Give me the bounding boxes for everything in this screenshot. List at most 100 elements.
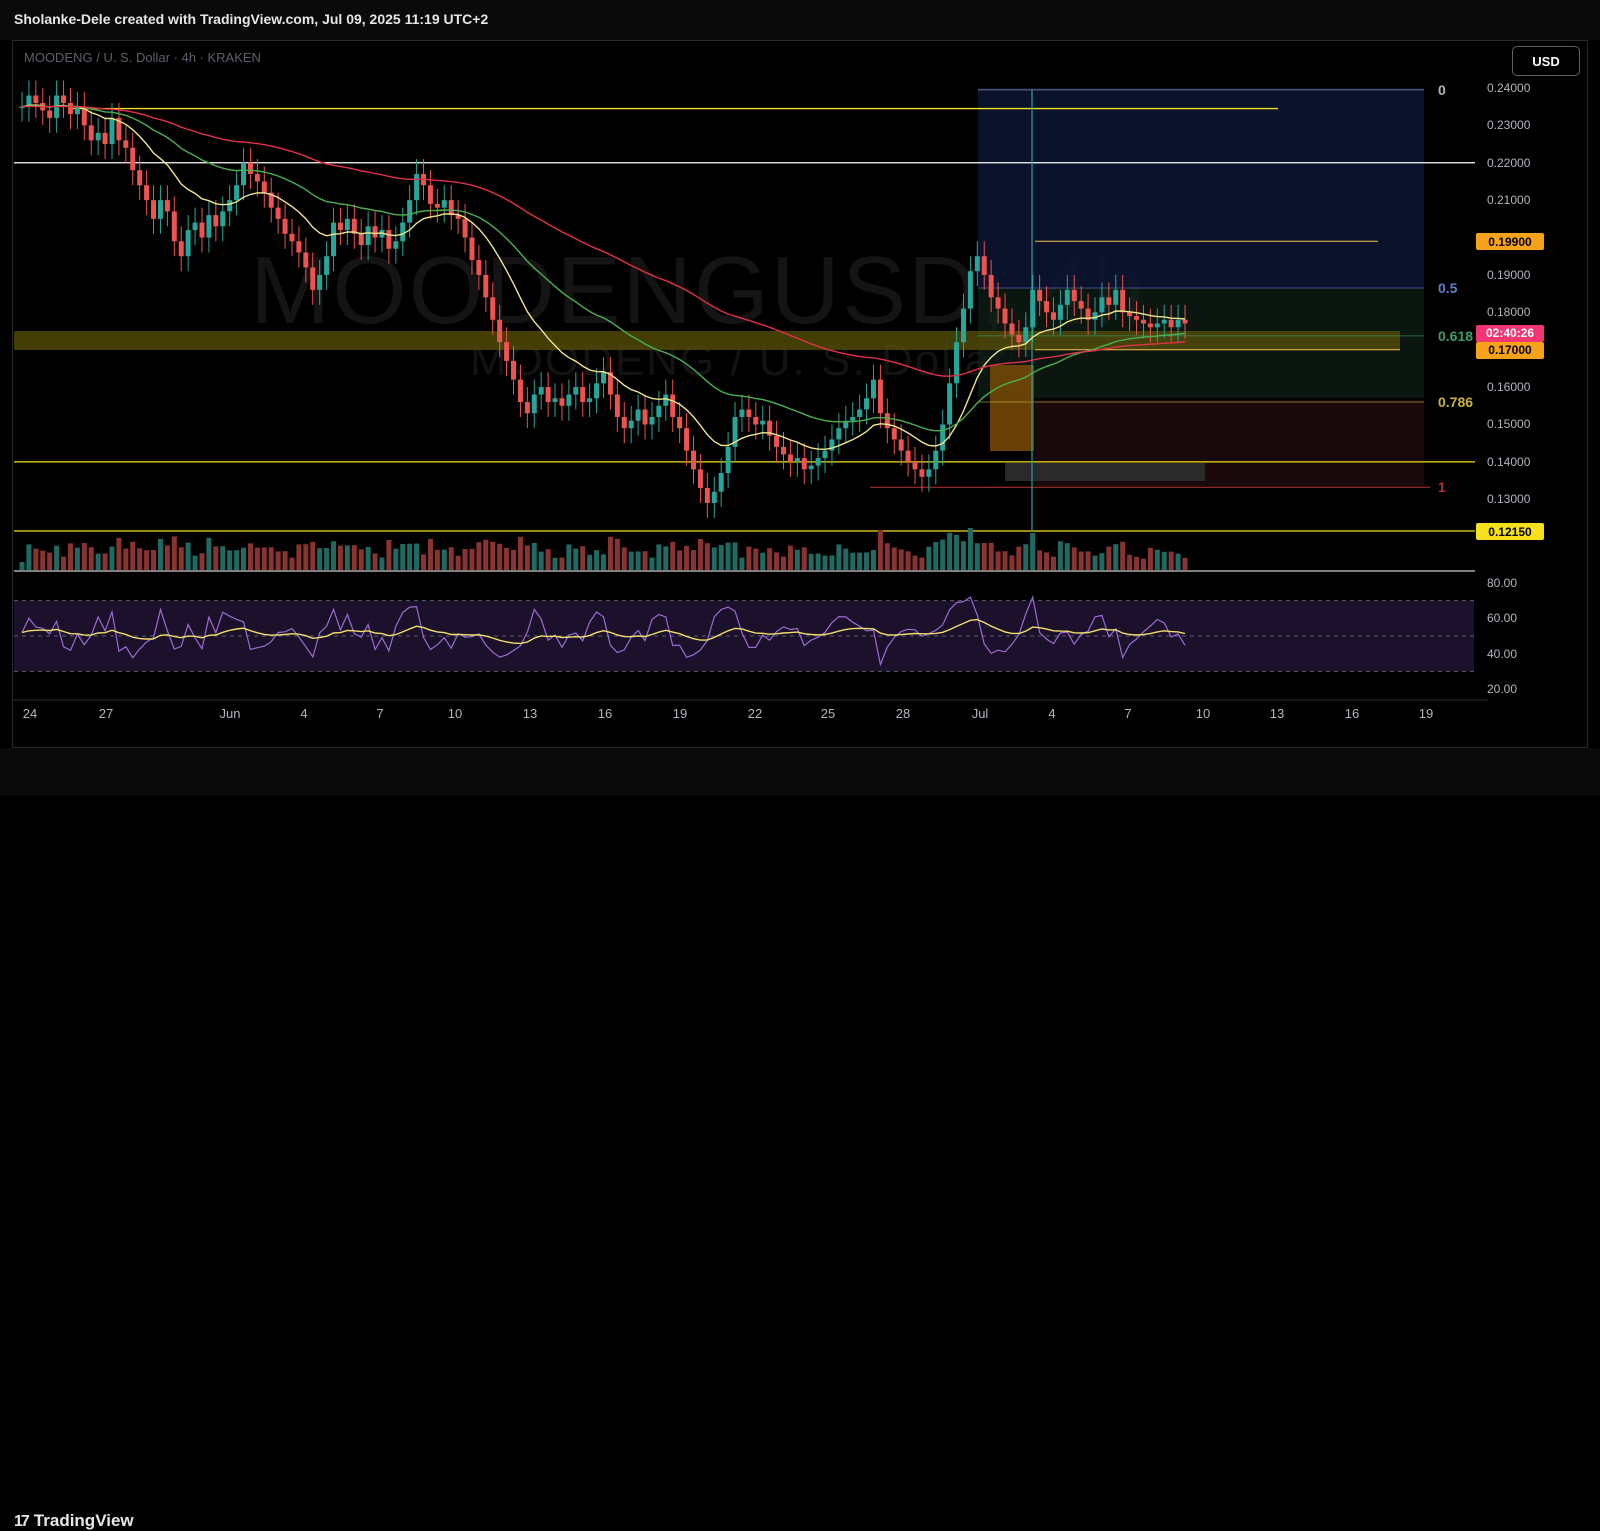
candle-body — [1182, 319, 1188, 324]
volume-bar — [1113, 544, 1119, 570]
date-axis-label: 24 — [22, 706, 38, 721]
candle-body — [414, 173, 420, 201]
candle-body — [926, 469, 932, 477]
date-axis-label: 4 — [1048, 706, 1056, 721]
volume-bar — [607, 536, 613, 570]
volume-bar — [552, 557, 558, 570]
candle-body — [635, 409, 641, 421]
volume-bar — [455, 555, 461, 570]
date-axis-label: 28 — [895, 706, 911, 721]
candle-body — [1078, 301, 1084, 309]
volume-bar — [808, 553, 814, 570]
candle-body — [1030, 289, 1036, 328]
volume-bar — [877, 530, 883, 570]
volume-bar — [254, 547, 260, 570]
candle-body — [427, 185, 433, 204]
volume-bar — [995, 551, 1001, 570]
candle-body — [220, 211, 226, 227]
volume-bar — [393, 548, 399, 570]
date-axis-label: 27 — [98, 706, 114, 721]
candle-body — [684, 428, 690, 451]
volume-bar — [524, 545, 530, 570]
volume-bar — [760, 552, 766, 570]
volume-bar — [247, 543, 253, 570]
candle-body — [801, 458, 807, 470]
candle-body — [331, 222, 337, 257]
candle-body — [663, 394, 669, 406]
volume-bar — [1092, 555, 1098, 570]
date-axis-label: Jun — [219, 706, 241, 721]
volume-bar — [109, 546, 115, 570]
candle-body — [151, 200, 157, 219]
volume-bar — [490, 541, 496, 570]
candle-body — [289, 233, 295, 242]
volume-bar — [137, 548, 143, 570]
volume-bar — [1154, 549, 1160, 570]
volume-bar — [690, 550, 696, 570]
volume-bar — [1057, 541, 1063, 570]
candle-body — [88, 125, 94, 141]
candle-body — [393, 241, 399, 249]
volume-bar — [725, 542, 731, 570]
volume-bar — [241, 547, 247, 570]
volume-bar — [67, 543, 73, 570]
gray-box — [1005, 463, 1205, 481]
candle-body — [1002, 308, 1008, 324]
volume-bar — [864, 552, 870, 570]
volume-bar — [199, 553, 205, 570]
candle-body — [123, 140, 129, 148]
candle-body — [372, 226, 378, 238]
candle-body — [940, 424, 946, 451]
volume-bar — [912, 555, 918, 570]
candle-body — [130, 147, 136, 171]
volume-bar — [144, 550, 150, 570]
price-axis-label: 0.24000 — [1487, 81, 1531, 95]
volume-bar — [407, 543, 413, 570]
volume-bar — [981, 543, 987, 570]
volume-bar — [684, 545, 690, 570]
volume-bar — [974, 543, 980, 570]
candle-body — [1154, 323, 1160, 328]
price-chart[interactable] — [0, 0, 1600, 796]
candle-body — [386, 230, 392, 249]
volume-bar — [601, 554, 606, 570]
volume-bar — [116, 537, 122, 570]
volume-bar — [1182, 557, 1188, 570]
volume-bar — [573, 548, 579, 570]
candle-body — [774, 435, 780, 447]
volume-bar — [1016, 546, 1022, 570]
candle-body — [1140, 319, 1146, 324]
rsi-axis-label: 20.00 — [1487, 682, 1518, 696]
volume-bar — [74, 547, 80, 570]
volume-bar — [441, 549, 447, 570]
volume-bar — [559, 557, 565, 570]
candle-body — [434, 203, 440, 208]
candle-body — [164, 200, 170, 212]
price-tag-low: 0.12150 — [1476, 523, 1544, 540]
candle-body — [185, 230, 191, 257]
volume-bar — [628, 551, 634, 570]
volume-bar — [787, 545, 793, 570]
candle-body — [545, 387, 551, 403]
symbol-legend[interactable]: MOODENG / U. S. Dollar · 4h · KRAKEN — [24, 50, 261, 65]
volume-bar — [164, 545, 170, 570]
candle-body — [199, 222, 205, 238]
volume-bar — [670, 541, 676, 570]
candle-body — [275, 207, 281, 219]
candle-body — [822, 450, 828, 459]
currency-button[interactable]: USD — [1512, 46, 1580, 76]
volume-bar — [469, 548, 475, 570]
tradingview-logo[interactable]: 17 TradingView — [14, 1511, 134, 1531]
candle-body — [566, 394, 572, 406]
candle-body — [967, 271, 973, 309]
volume-bar — [704, 543, 710, 570]
date-axis-label: 16 — [1344, 706, 1360, 721]
candle-body — [815, 458, 821, 466]
candle-body — [296, 241, 302, 253]
candle-body — [704, 488, 710, 503]
volume-bar — [933, 542, 939, 570]
volume-bar — [697, 539, 703, 570]
volume-bar — [234, 550, 240, 570]
volume-bar — [545, 549, 551, 570]
volume-bar — [157, 539, 163, 570]
